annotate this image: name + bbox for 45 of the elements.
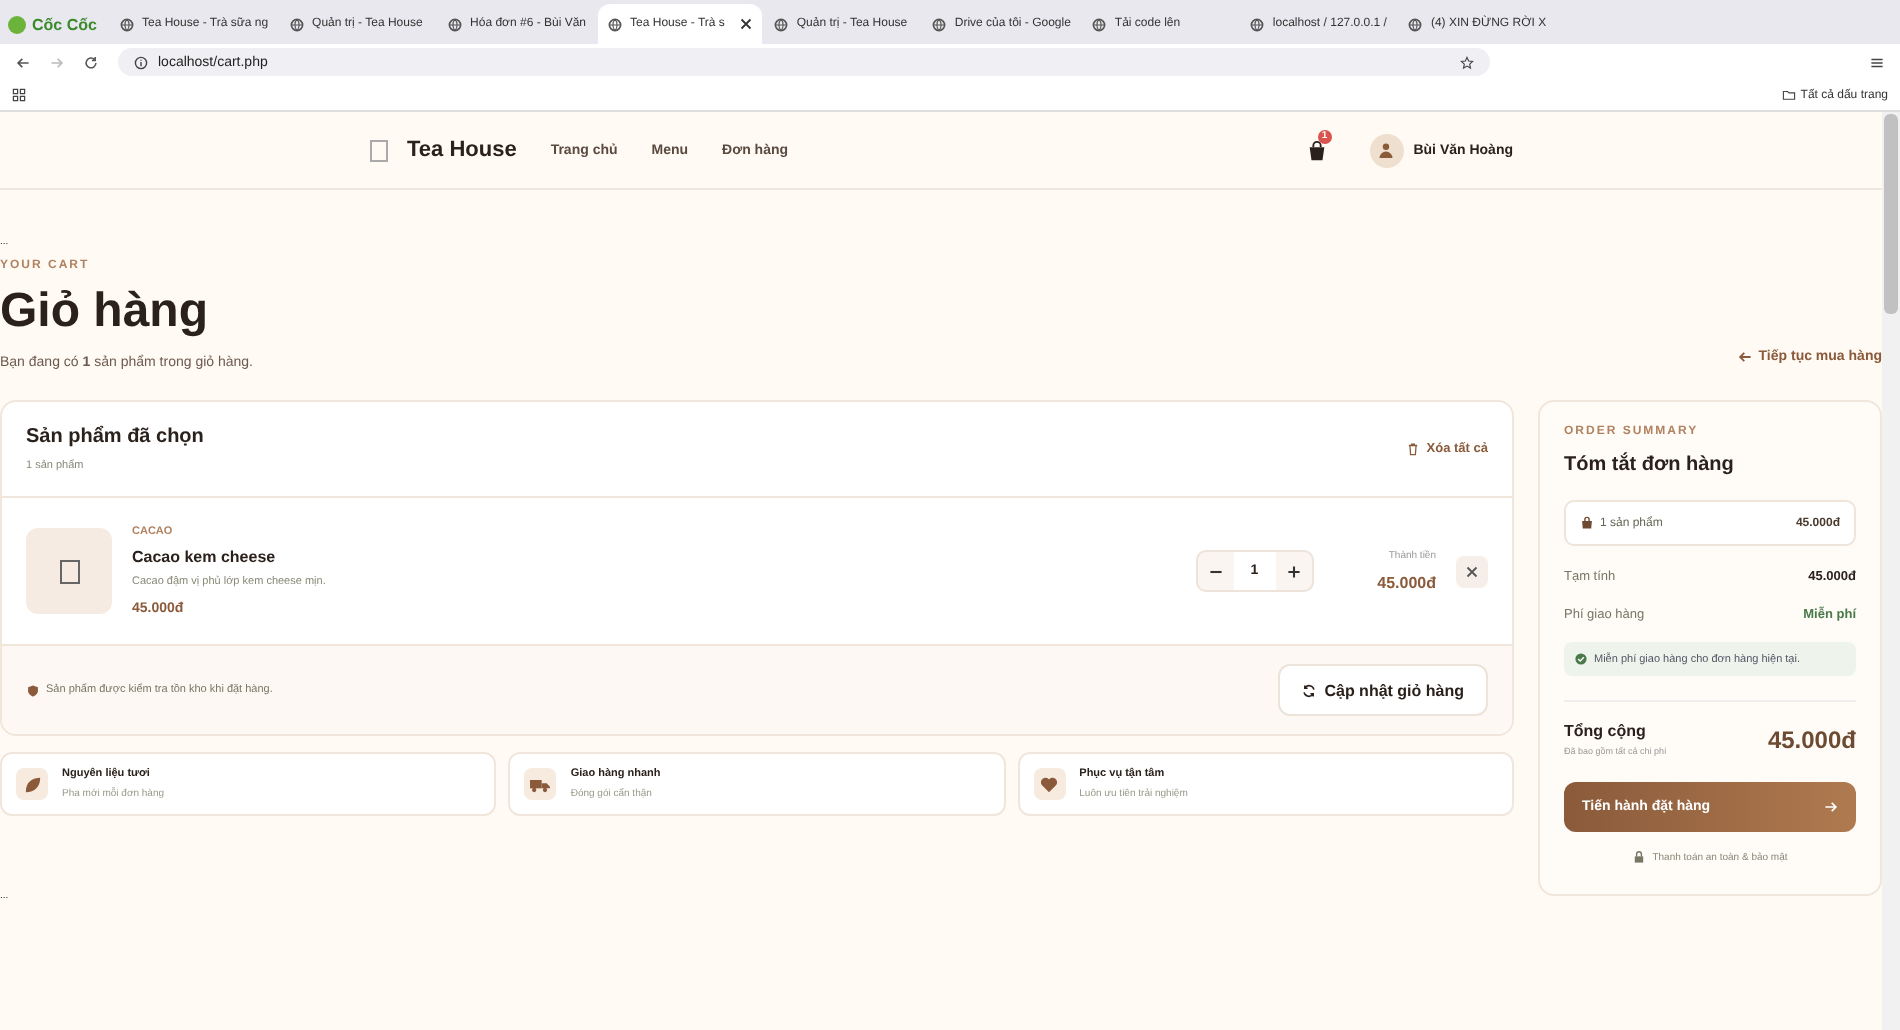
browser-name: Cốc Cốc	[8, 4, 108, 44]
truck-icon	[524, 768, 557, 800]
reload-icon[interactable]	[84, 55, 98, 69]
total-label: Tổng cộng	[1564, 722, 1648, 740]
scrollbar[interactable]	[1882, 112, 1900, 1030]
product-image	[26, 528, 112, 614]
globe-icon	[120, 17, 134, 31]
shield-icon	[26, 683, 40, 697]
arrow-left-icon	[1738, 350, 1753, 364]
total-value: 45.000đ	[1767, 725, 1856, 753]
menu-icon[interactable]	[1870, 55, 1884, 69]
info-icon[interactable]	[134, 55, 148, 69]
close-icon	[1466, 565, 1478, 577]
folder-icon	[1782, 88, 1797, 102]
globe-icon	[1250, 17, 1265, 31]
globe-icon	[1408, 17, 1423, 31]
leaf-icon	[16, 768, 48, 800]
close-icon[interactable]	[740, 18, 753, 30]
cart-icon[interactable]	[1305, 139, 1328, 161]
arrow-right-icon	[1824, 800, 1838, 814]
logo-icon	[369, 139, 387, 161]
avatar-icon[interactable]	[1369, 133, 1404, 167]
remove-button[interactable]	[1456, 555, 1488, 587]
refresh-icon	[1302, 683, 1317, 697]
globe-icon	[774, 17, 789, 31]
brand-name[interactable]: Tea House	[407, 138, 517, 162]
globe-icon	[448, 17, 463, 31]
globe-icon	[932, 17, 947, 31]
lock-icon	[1632, 850, 1647, 864]
globe-icon	[290, 17, 305, 31]
globe-icon	[608, 17, 623, 31]
cart-title: Sản phẩm đã chọn	[26, 426, 204, 448]
page-title: Giỏ hàng	[0, 284, 210, 340]
star-icon[interactable]	[1460, 55, 1474, 69]
trash-icon	[1406, 442, 1421, 456]
back-icon[interactable]	[16, 55, 30, 69]
update-cart-button[interactable]: Cập nhật giỏ hàng	[1278, 664, 1488, 716]
product-name: Cacao kem cheese	[132, 548, 278, 566]
bag-icon	[1580, 516, 1594, 530]
summary-title: Tóm tắt đơn hàng	[1564, 454, 1736, 476]
check-circle-icon	[1574, 652, 1588, 666]
subtotal-value: 45.000đ	[1377, 574, 1436, 592]
apps-icon[interactable]	[12, 88, 26, 102]
plus-icon	[1285, 563, 1302, 579]
globe-icon	[1092, 17, 1107, 31]
